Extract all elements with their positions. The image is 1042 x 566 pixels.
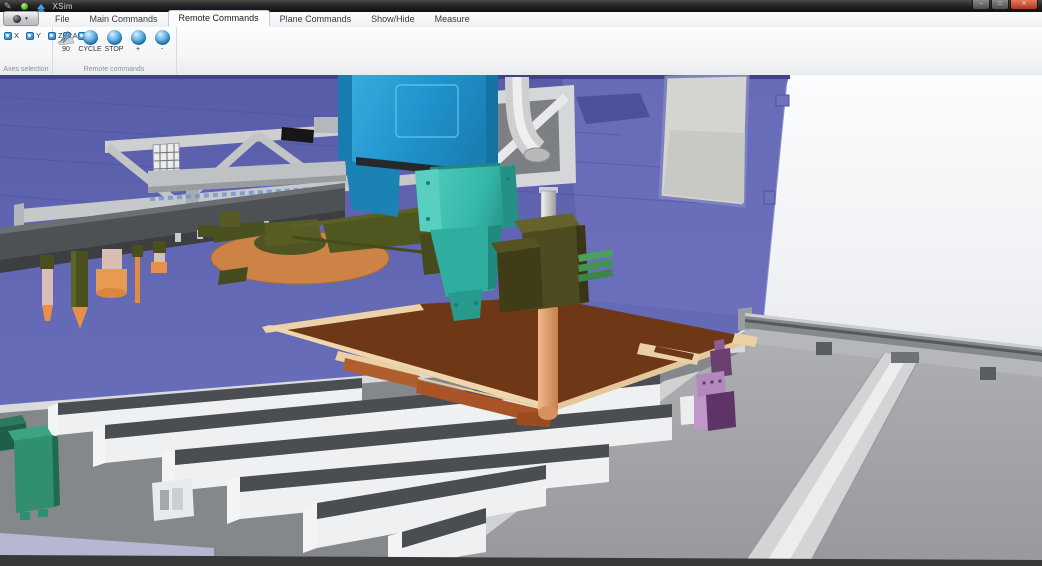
viewport-3d[interactable] <box>0 75 1042 566</box>
axis-check-icon <box>4 32 12 40</box>
tab-show-hide[interactable]: Show/Hide <box>361 12 425 27</box>
collapse-ribbon-icon[interactable] <box>37 4 45 9</box>
tab-file[interactable]: File <box>45 12 80 27</box>
tab-plane-commands[interactable]: Plane Commands <box>270 12 362 27</box>
axis-toggle-y[interactable]: Y <box>26 30 48 41</box>
tab-measure[interactable]: Measure <box>425 12 480 27</box>
minus-button[interactable]: - <box>150 29 174 54</box>
tab-main-commands[interactable]: Main Commands <box>80 12 168 27</box>
window-title: XSim <box>53 2 73 11</box>
plus-button[interactable]: + <box>126 29 150 54</box>
cycle-button[interactable]: CYCLE <box>78 29 102 54</box>
ribbon-body: X Y Z A C Axes selecti <box>0 27 1042 76</box>
maximize-button[interactable]: □ <box>991 0 1009 10</box>
stop-button[interactable]: STOP <box>102 29 126 54</box>
blue-sphere-icon <box>107 30 122 45</box>
application-menu-button[interactable]: ▼ <box>3 11 39 26</box>
rotate-90-flash-icon <box>57 30 75 45</box>
group-label-remote: Remote commands <box>52 66 176 73</box>
support-post <box>538 303 558 420</box>
bed-stop-block <box>152 478 194 521</box>
application-window: ✎ XSim – □ ✕ ▼ File Main Commands Remote… <box>0 0 1042 566</box>
status-orb-icon[interactable] <box>21 3 28 10</box>
pencil-icon[interactable]: ✎ <box>4 2 12 11</box>
tab-remote-commands[interactable]: Remote Commands <box>168 10 270 27</box>
group-axes-selection: X Y Z A C Axes selecti <box>0 27 53 74</box>
blue-sphere-icon <box>83 30 98 45</box>
blue-sphere-icon <box>155 30 170 45</box>
axis-toggle-x[interactable]: X <box>4 30 26 41</box>
quick-access-toolbar: ✎ <box>0 2 45 11</box>
rotate-90-button[interactable]: 90 <box>54 29 78 54</box>
window-lower-pane <box>663 130 745 203</box>
blue-sphere-icon <box>131 30 146 45</box>
close-button[interactable]: ✕ <box>1010 0 1038 10</box>
ribbon-tab-row: ▼ File Main Commands Remote Commands Pla… <box>0 12 1042 28</box>
group-label-axes: Axes selection <box>0 66 52 73</box>
title-bar: ✎ XSim – □ ✕ <box>0 0 1042 12</box>
group-remote-commands: 90 CYCLE STOP + - Remo <box>52 27 177 74</box>
window-controls: – □ ✕ <box>972 0 1038 10</box>
minimize-button[interactable]: – <box>972 0 990 10</box>
app-menu-icon <box>13 15 21 23</box>
axis-check-icon <box>26 32 34 40</box>
chevron-down-icon: ▼ <box>24 16 29 22</box>
